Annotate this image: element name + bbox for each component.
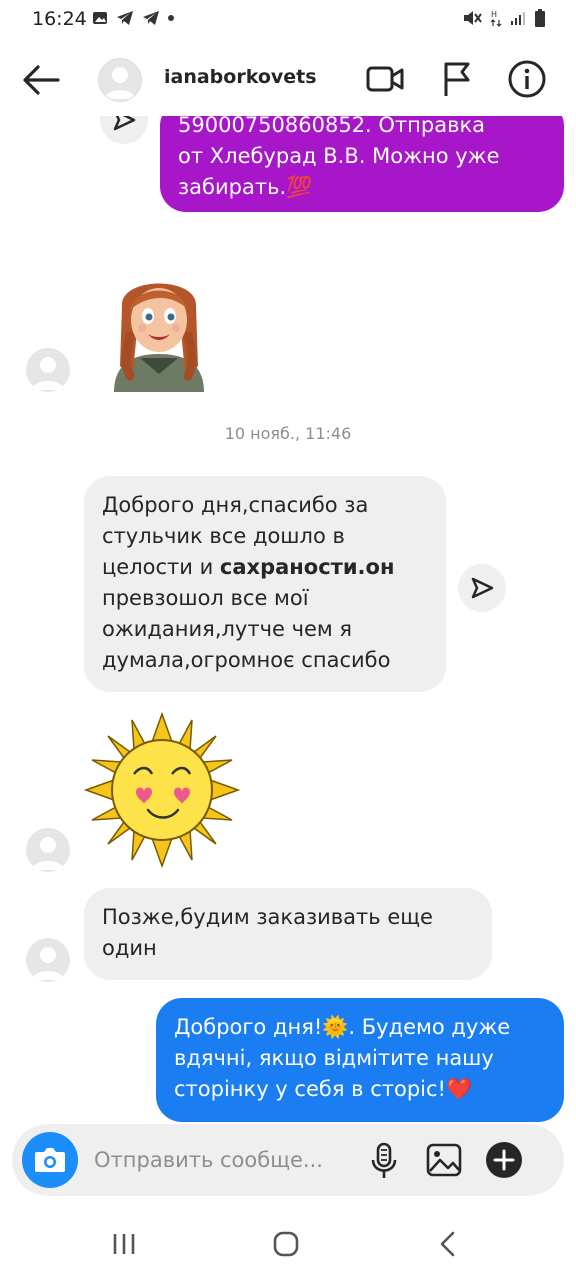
home-icon bbox=[273, 1231, 299, 1257]
recents-button[interactable] bbox=[104, 1224, 144, 1264]
more-options-button[interactable] bbox=[482, 1138, 526, 1182]
home-button[interactable] bbox=[266, 1224, 306, 1264]
message-text: сторінку у себя в сторіс!❤️ bbox=[174, 1077, 473, 1101]
message-text: превзошол все мої bbox=[102, 586, 309, 610]
message-input[interactable] bbox=[90, 1138, 364, 1182]
default-avatar-icon bbox=[105, 67, 135, 99]
sender-avatar[interactable] bbox=[26, 828, 70, 872]
flag-icon bbox=[444, 62, 470, 96]
message-text: ожидания,лутче чем я bbox=[102, 617, 353, 641]
info-button[interactable] bbox=[506, 58, 548, 100]
message-text: Позже,будим заказивать еще bbox=[102, 905, 433, 929]
back-button[interactable] bbox=[20, 62, 62, 98]
sender-avatar[interactable] bbox=[26, 938, 70, 982]
image-icon bbox=[426, 1143, 462, 1177]
message-text: Доброго дня!🌞. Будемо дуже bbox=[174, 1015, 511, 1039]
message-text: от Хлебурад В.В. Можно уже bbox=[178, 144, 500, 168]
status-time: 16:24 bbox=[32, 8, 87, 30]
sticker-sun[interactable] bbox=[83, 711, 241, 869]
partial-message-viewport: 59000750860852. Отправка от Хлебурад В.В… bbox=[0, 116, 576, 216]
telegram-notification-icon-2 bbox=[143, 11, 159, 25]
gallery-button[interactable] bbox=[422, 1138, 466, 1182]
svg-text:H: H bbox=[491, 10, 497, 19]
contact-avatar[interactable] bbox=[98, 58, 142, 102]
message-composer bbox=[12, 1124, 564, 1196]
camera-button[interactable] bbox=[22, 1132, 78, 1188]
message-text-bold: сахраности.он bbox=[219, 555, 395, 579]
telegram-notification-icon bbox=[117, 11, 133, 25]
cartoon-girl-sticker-icon bbox=[114, 283, 204, 392]
dot-icon bbox=[168, 15, 174, 21]
message-text: забирать.💯 bbox=[178, 175, 313, 199]
message-text-part: целости и bbox=[102, 555, 220, 579]
sender-avatar[interactable] bbox=[26, 348, 70, 392]
signal-icon bbox=[511, 12, 525, 25]
back-nav-button[interactable] bbox=[428, 1224, 468, 1264]
received-message-bubble[interactable]: Доброго дня,спасибо за стульчик все дошл… bbox=[84, 476, 446, 692]
forward-button[interactable] bbox=[100, 116, 148, 144]
send-arrow-icon bbox=[113, 116, 136, 131]
message-text: думала,огромноє спасибо bbox=[102, 648, 391, 672]
smiling-sun-sticker-icon bbox=[83, 711, 241, 869]
message-text: целости и сахраности.он bbox=[102, 552, 428, 583]
gallery-notification-icon bbox=[93, 12, 107, 24]
default-avatar-icon bbox=[32, 357, 64, 390]
arrow-left-icon bbox=[23, 65, 60, 95]
message-text: 59000750860852. Отправка bbox=[178, 116, 486, 137]
forward-button[interactable] bbox=[458, 564, 506, 612]
received-message-bubble[interactable]: Позже,будим заказивать еще один bbox=[84, 888, 492, 980]
notification-icons bbox=[92, 10, 174, 26]
info-icon bbox=[508, 60, 546, 98]
camera-icon bbox=[35, 1148, 65, 1172]
sent-message-bubble[interactable]: 59000750860852. Отправка от Хлебурад В.В… bbox=[160, 116, 564, 212]
default-avatar-icon bbox=[32, 947, 64, 980]
system-nav-bar bbox=[0, 1206, 576, 1280]
data-icon: H bbox=[490, 10, 502, 27]
voice-message-button[interactable] bbox=[362, 1138, 406, 1182]
battery-icon bbox=[535, 9, 545, 27]
message-text: один bbox=[102, 936, 157, 960]
video-camera-icon bbox=[366, 66, 404, 92]
recents-icon bbox=[113, 1234, 135, 1254]
message-text: вдячні, якщо відмітите нашу bbox=[174, 1046, 494, 1070]
microphone-icon bbox=[371, 1142, 397, 1178]
status-bar: 16:24 H bbox=[0, 0, 576, 36]
sticker-girl[interactable] bbox=[100, 266, 218, 392]
report-button[interactable] bbox=[436, 58, 478, 100]
message-text: Доброго дня,спасибо за bbox=[102, 493, 369, 517]
system-icons: H bbox=[462, 9, 546, 27]
mute-icon bbox=[464, 11, 482, 25]
sent-message-bubble[interactable]: Доброго дня!🌞. Будемо дуже вдячні, якщо … bbox=[156, 998, 564, 1122]
send-arrow-icon bbox=[471, 577, 494, 599]
chat-header: ianaborkovets bbox=[0, 42, 576, 116]
contact-username[interactable]: ianaborkovets bbox=[164, 66, 317, 88]
back-chevron-icon bbox=[440, 1231, 455, 1257]
message-text: стульчик все дошло в bbox=[102, 524, 345, 548]
plus-circle-icon bbox=[486, 1142, 522, 1178]
default-avatar-icon bbox=[32, 837, 64, 870]
video-call-button[interactable] bbox=[364, 58, 406, 100]
message-timestamp: 10 нояб., 11:46 bbox=[224, 424, 352, 443]
